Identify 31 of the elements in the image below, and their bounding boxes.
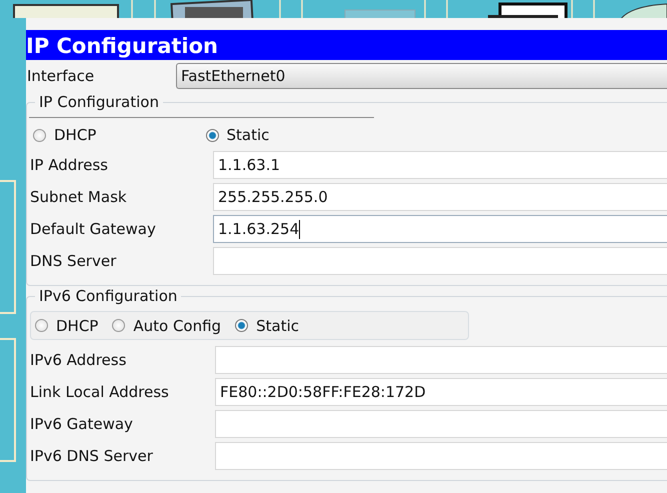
- radio-label: DHCP: [54, 126, 96, 144]
- field-label: Link Local Address: [30, 383, 170, 401]
- field-label: DNS Server: [30, 252, 118, 270]
- input-field[interactable]: [213, 247, 667, 275]
- field-label: Default Gateway: [30, 220, 157, 238]
- field-label: Subnet Mask: [30, 188, 128, 206]
- input-field[interactable]: 255.255.255.0: [213, 183, 667, 211]
- field-label: IPv6 Address: [30, 351, 128, 369]
- interface-dropdown[interactable]: FastEthernet0: [176, 63, 667, 89]
- input-field[interactable]: 1.1.63.254: [213, 215, 667, 243]
- input-field[interactable]: FE80::2D0:58FF:FE28:172D: [215, 378, 667, 406]
- input-field[interactable]: [215, 346, 667, 374]
- input-field[interactable]: [215, 442, 667, 470]
- radio-button[interactable]: [112, 319, 126, 332]
- field-label: IPv6 DNS Server: [30, 447, 154, 465]
- radio-label: DHCP: [56, 316, 98, 334]
- group-title: IPv6 Configuration: [35, 287, 182, 305]
- radio-button[interactable]: [33, 128, 46, 142]
- radio-button[interactable]: [235, 319, 248, 332]
- input-field[interactable]: [215, 410, 667, 438]
- group-title: IP Configuration: [35, 93, 163, 111]
- input-field[interactable]: 1.1.63.1: [213, 151, 667, 179]
- window-title: IP Configuration: [26, 30, 667, 60]
- radio-label: Static: [256, 316, 299, 334]
- field-label: IP Address: [30, 156, 109, 174]
- radio-label: Static: [226, 126, 270, 144]
- radio-button[interactable]: [35, 319, 48, 332]
- radio-button[interactable]: [206, 128, 218, 142]
- field-label: Interface: [26, 67, 96, 85]
- field-label: IPv6 Gateway: [30, 415, 134, 433]
- radio-label: Auto Config: [133, 316, 222, 334]
